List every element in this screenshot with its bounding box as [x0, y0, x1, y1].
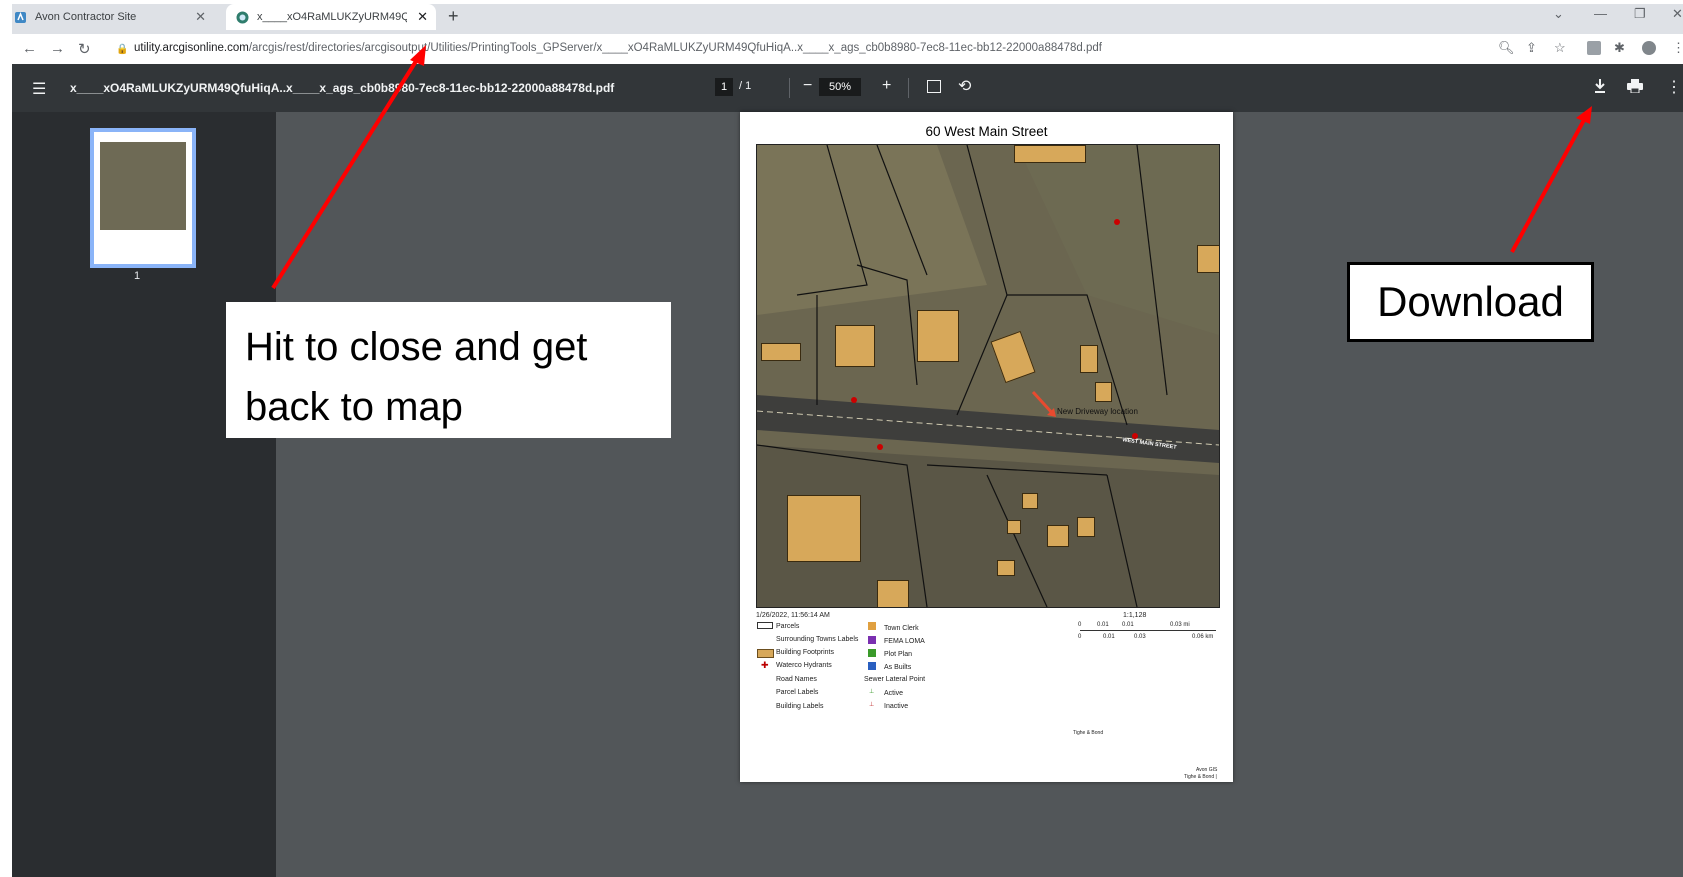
close-instruction-text: Hit to close and get back to map	[245, 325, 588, 429]
arrow-to-tab-close	[271, 56, 420, 290]
arrow-head	[410, 45, 426, 66]
arrow-head	[1576, 106, 1592, 124]
annotation-arrows	[271, 45, 1592, 290]
download-callout-text: Download	[1377, 278, 1564, 325]
arrow-to-download	[1510, 119, 1586, 253]
